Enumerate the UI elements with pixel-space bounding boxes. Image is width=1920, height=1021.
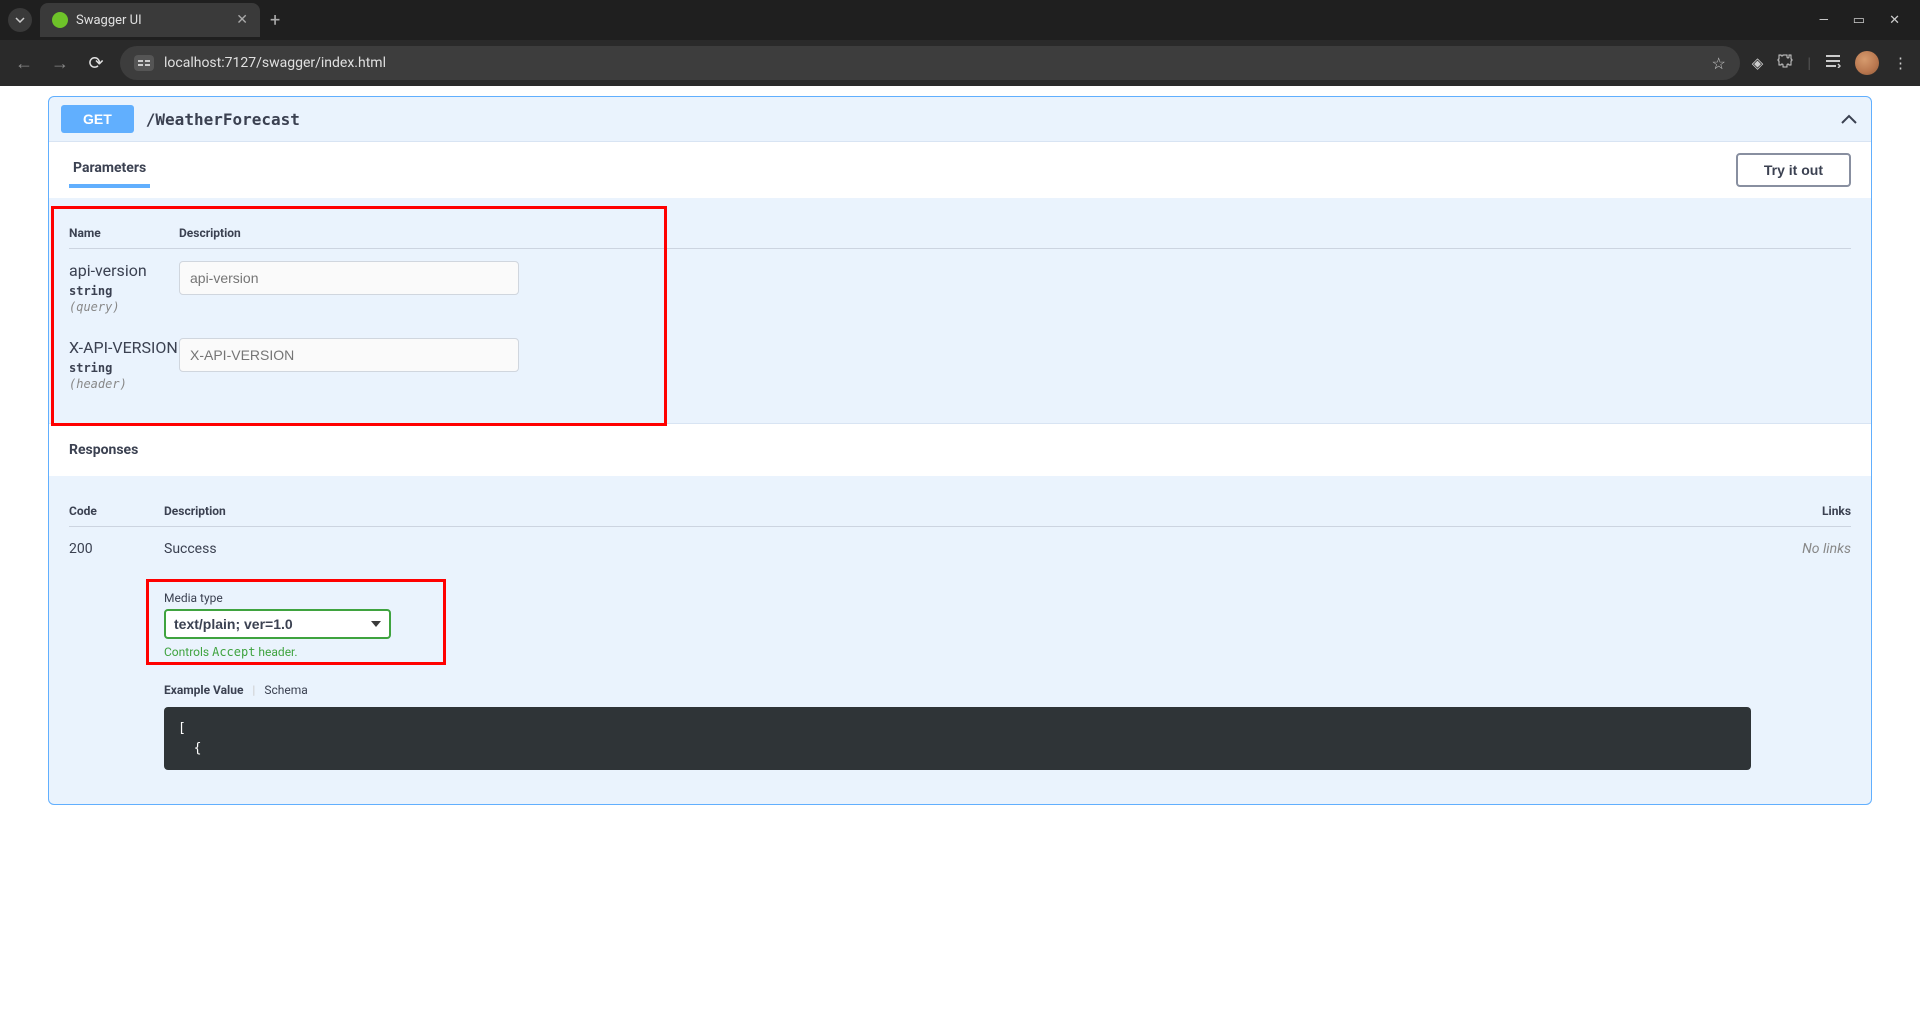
operation-path: /WeatherForecast: [146, 110, 300, 129]
kebab-menu-icon[interactable]: ⋮: [1893, 54, 1908, 72]
response-code: 200: [69, 527, 164, 785]
close-tab-icon[interactable]: ✕: [236, 12, 248, 28]
maximize-icon[interactable]: ▭: [1853, 13, 1865, 28]
param-type: string: [69, 284, 179, 298]
resp-col-links: Links: [1751, 496, 1851, 527]
http-method-badge: GET: [61, 105, 134, 133]
forward-icon: →: [48, 53, 72, 74]
reload-icon[interactable]: ⟳: [84, 53, 108, 74]
param-col-name: Name: [69, 218, 179, 249]
param-input-x-api-version[interactable]: [179, 338, 519, 372]
example-code-block: [ {: [164, 707, 1751, 770]
try-it-out-button[interactable]: Try it out: [1736, 153, 1851, 187]
new-tab-icon[interactable]: +: [270, 10, 280, 31]
tab-title: Swagger UI: [76, 13, 228, 28]
operation-block: GET /WeatherForecast Parameters Try it o…: [48, 96, 1872, 805]
operation-summary[interactable]: GET /WeatherForecast: [49, 97, 1871, 141]
browser-toolbar: ← → ⟳ localhost:7127/swagger/index.html …: [0, 40, 1920, 86]
tab-schema[interactable]: Schema: [264, 683, 307, 697]
accept-hint: Controls Accept header.: [164, 645, 1751, 659]
address-bar[interactable]: localhost:7127/swagger/index.html ☆: [120, 46, 1740, 80]
param-col-description: Description: [179, 218, 1851, 249]
tab-strip: Swagger UI ✕ + — ▭ ✕: [0, 0, 1920, 40]
extension-generic-icon[interactable]: ◈: [1752, 54, 1764, 72]
param-in: (query): [69, 300, 179, 314]
param-name: X-API-VERSION: [69, 338, 179, 357]
parameters-body: Name Description api-version string (que…: [49, 198, 1871, 423]
browser-tab[interactable]: Swagger UI ✕: [40, 3, 260, 37]
site-info-icon[interactable]: [134, 55, 154, 71]
page-content: GET /WeatherForecast Parameters Try it o…: [0, 86, 1920, 1021]
responses-body: Code Description Links 200 Success: [49, 476, 1871, 804]
param-row: api-version string (query): [69, 249, 1851, 327]
back-icon[interactable]: ←: [12, 53, 36, 74]
tab-example-value[interactable]: Example Value: [164, 683, 243, 697]
param-row: X-API-VERSION string (header): [69, 326, 1851, 403]
swagger-favicon-icon: [52, 12, 68, 28]
param-in: (header): [69, 377, 179, 391]
extensions-puzzle-icon[interactable]: [1777, 53, 1793, 73]
param-name: api-version: [69, 261, 179, 280]
bookmark-star-icon[interactable]: ☆: [1711, 54, 1725, 73]
minimize-icon[interactable]: —: [1819, 13, 1829, 28]
chevron-up-icon[interactable]: [1839, 107, 1859, 131]
responses-header: Responses: [49, 423, 1871, 476]
response-links: No links: [1751, 527, 1851, 785]
parameters-header: Parameters Try it out: [49, 141, 1871, 198]
resp-col-code: Code: [69, 496, 164, 527]
response-description: Success: [164, 541, 1751, 557]
media-type-select[interactable]: text/plain; ver=1.0: [164, 609, 391, 639]
tabs-dropdown-icon[interactable]: [8, 8, 32, 32]
close-window-icon[interactable]: ✕: [1889, 13, 1900, 28]
param-type: string: [69, 361, 179, 375]
parameters-tab[interactable]: Parameters: [69, 152, 150, 188]
window-controls: — ▭ ✕: [1819, 13, 1912, 28]
url-text: localhost:7127/swagger/index.html: [164, 55, 1711, 71]
param-input-api-version[interactable]: [179, 261, 519, 295]
resp-col-description: Description: [164, 496, 1751, 527]
profile-avatar[interactable]: [1855, 51, 1879, 75]
response-row: 200 Success Media type text/plain; ver=1…: [69, 527, 1851, 785]
media-type-label: Media type: [164, 591, 1751, 605]
reading-list-icon[interactable]: [1825, 54, 1841, 72]
